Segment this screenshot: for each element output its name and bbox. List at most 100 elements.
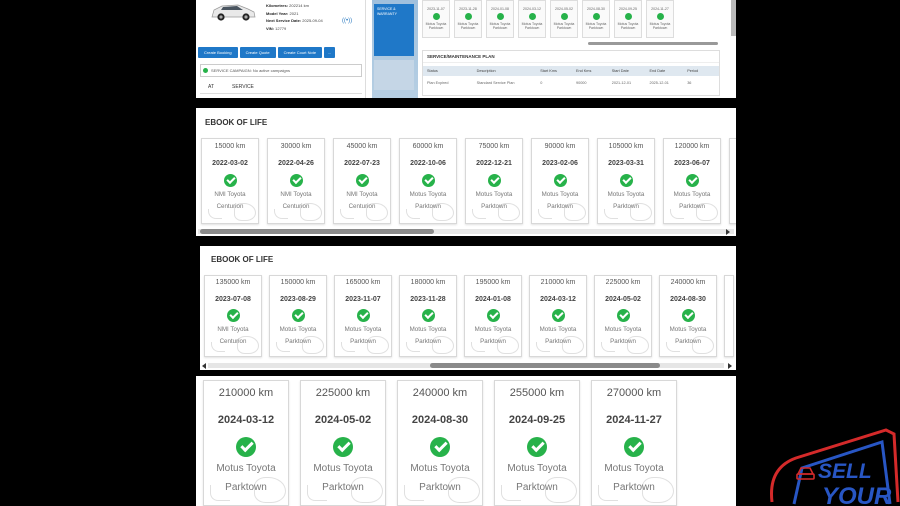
ebook-card-list: 135000 km 2023-07-08 NMI Toyota Centurion 1… [204,275,734,357]
service-date: 2023-03-31 [608,160,644,167]
service-warranty-tile[interactable]: SERVICE & WARRANTY [374,4,414,56]
create-booking-button[interactable]: Create Booking [198,47,238,58]
table-cell: Plan Expired [427,81,449,85]
dealer-name: Motus Toyota [474,326,512,333]
column-header: Start Date [611,69,629,73]
ebook-of-life-zoomed-panel: 210000 km 2024-03-12 Motus Toyota Parktown … [196,376,736,506]
dealer-name: Motus Toyota [673,191,711,198]
ebook-card[interactable]: 105000 km 2023-03-31 Motus Toyota Parktown [597,138,655,224]
ebook-card[interactable]: 240000 km 2024-08-30 Motus Toyota Parktown [659,275,717,357]
dealer-name: NMI Toyota [214,191,246,198]
side-strip: SERVICE & WARRANTY [372,0,418,98]
ebook-card[interactable]: 255000 km 2024-09-25 Motus Toyota Parktown [494,380,580,506]
ebook-card[interactable]: 270000 km 2024-11-27 Motus Toyota Parktown [591,380,677,506]
ebook-card[interactable]: 45000 km 2022-07-23 NMI Toyota Centurion [333,138,391,224]
dealer-name: Motus Toyota [541,191,579,198]
dealer-name: NMI Toyota [280,191,312,198]
mini-ebook-card[interactable]: 2024-08-30 Motus Toyota Parktown [582,0,610,38]
dealer-name: Motus Toyota [279,326,317,333]
tab-at[interactable]: AT [208,84,214,93]
km-label: 195000 km [475,279,511,286]
service-date: 2023-02-06 [542,160,578,167]
ebook-card-partial[interactable] [724,275,734,357]
scroll-right-arrow-icon[interactable] [726,229,730,235]
check-icon [226,309,240,322]
ebook-card[interactable]: 210000 km 2024-03-12 Motus Toyota Parktown [529,275,587,357]
check-icon [560,13,568,20]
ebook-card[interactable]: 120000 km 2023-06-07 Motus Toyota Parktown [663,138,721,224]
service-date: 2023-11-28 [410,296,446,303]
dealer-name: Motus Toyota [539,326,577,333]
check-icon [685,174,699,187]
logo-text-sell: SELL [818,460,872,483]
check-icon [681,309,695,322]
ebook-card[interactable]: 210000 km 2024-03-12 Motus Toyota Parktown [203,380,289,506]
ebook-card[interactable]: 75000 km 2022-12-21 Motus Toyota Parktown [465,138,523,224]
ebook-card[interactable]: 150000 km 2023-08-29 Motus Toyota Parktown [269,275,327,357]
ebook-card[interactable]: 90000 km 2023-02-06 Motus Toyota Parktown [531,138,589,224]
check-icon [421,174,435,187]
dealer-location: Parktown [545,338,571,345]
tab-service[interactable]: SERVICE [232,84,254,93]
service-date: 2022-04-26 [278,160,314,167]
mini-ebook-card[interactable]: 2023-11-28 Motus Toyota Parktown [454,0,482,38]
mini-ebook-card[interactable]: 2024-11-27 Motus Toyota Parktown [646,0,674,38]
service-date: 2024-03-12 [217,414,275,426]
ebook-card[interactable]: 165000 km 2023-11-07 Motus Toyota Parktown [334,275,392,357]
ebook-card[interactable]: 180000 km 2023-11-28 Motus Toyota Parktown [399,275,457,357]
vertical-scrollbar[interactable] [731,0,736,36]
dealer-location: Parktown [419,482,461,493]
ebook-card[interactable]: 225000 km 2024-05-02 Motus Toyota Parktown [300,380,386,506]
check-icon [236,437,256,457]
dealer-location: Parktown [610,338,636,345]
dealer-location: Parktown [322,482,364,493]
dealer-name: Motus Toyota [216,463,276,474]
km-label: 135000 km [215,279,251,286]
ebook-card[interactable]: 225000 km 2024-05-02 Motus Toyota Parktown [594,275,652,357]
ebook-card[interactable]: 240000 km 2024-08-30 Motus Toyota Parktown [397,380,483,506]
scrollbar-thumb[interactable] [430,363,660,368]
column-header: Description [476,69,496,73]
check-icon [496,13,504,20]
campaign-text: SERVICE CAMPAIGN: No active campaigns [211,68,290,73]
more-actions-button[interactable]: ... [324,47,336,58]
connected-icon: ((•)) [342,18,353,24]
column-header: End Kms [575,69,592,73]
mini-strip-scrollbar[interactable] [588,42,718,45]
panel-title: EBOOK OF LIFE [205,118,268,127]
scroll-right-arrow-icon[interactable] [728,363,732,369]
mini-ebook-card[interactable]: 2024-03-12 Motus Toyota Parktown [518,0,546,38]
table-cell: 0 [540,81,543,85]
scrollbar-thumb[interactable] [200,229,434,234]
ebook-card[interactable]: 195000 km 2024-01-08 Motus Toyota Parktown [464,275,522,357]
dealer-name: Motus Toyota [669,326,707,333]
km-label: 225000 km [605,279,641,286]
table-cell: 36 [687,81,692,85]
dealer-location: Parktown [675,338,701,345]
ebook-card-partial[interactable] [729,138,736,224]
scroll-left-arrow-icon[interactable] [202,363,206,369]
service-date: 2023-06-07 [674,160,710,167]
table-row[interactable]: Plan Expired Standard Service Plan 0 900… [423,76,719,90]
km-label: 120000 km [674,143,710,150]
km-label: 225000 km [315,387,371,399]
screen: Kilometres: 202214 km Model Year: 2021 N… [0,0,900,506]
mini-ebook-card[interactable]: 2024-05-02 Motus Toyota Parktown [550,0,578,38]
create-court-note-button[interactable]: Create Court Note [277,47,323,58]
ebook-card[interactable]: 135000 km 2023-07-08 NMI Toyota Centurion [204,275,262,357]
status-dot-icon [203,68,208,73]
dealer-name: Motus Toyota [409,326,447,333]
check-icon [624,437,644,457]
service-date: 2024-11-27 [606,414,662,426]
create-quote-button[interactable]: Create Quote [239,47,276,58]
ebook-card[interactable]: 60000 km 2022-10-06 Motus Toyota Parktown [399,138,457,224]
check-icon [291,309,305,322]
mini-ebook-card[interactable]: 2024-01-08 Motus Toyota Parktown [486,0,514,38]
ebook-card[interactable]: 15000 km 2022-03-02 NMI Toyota Centurion [201,138,259,224]
dealer-location: Parktown [415,203,441,210]
check-icon [356,309,370,322]
mini-ebook-card[interactable]: 2024-09-25 Motus Toyota Parktown [614,0,642,38]
ebook-card[interactable]: 30000 km 2022-04-26 NMI Toyota Centurion [267,138,325,224]
mini-ebook-card[interactable]: 2023-11-07 Motus Toyota Parktown [422,0,450,38]
km-label: 15000 km [214,143,246,150]
